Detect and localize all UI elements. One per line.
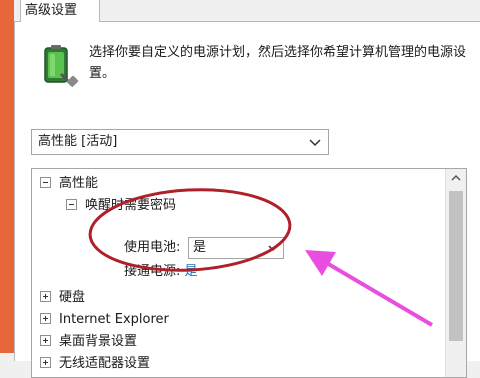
tab-advanced-settings[interactable]: 高级设置 <box>20 0 100 22</box>
expand-plus-icon[interactable] <box>40 291 51 302</box>
tree-item-high-performance[interactable]: 高性能 <box>40 173 98 195</box>
battery-plug-icon <box>44 45 79 87</box>
expand-plus-icon[interactable] <box>40 313 51 324</box>
on-battery-value: 是 <box>193 240 207 255</box>
expand-plus-icon[interactable] <box>40 357 51 368</box>
tree-item-label: 无线适配器设置 <box>59 356 151 371</box>
power-plan-select-value: 高性能 [活动] <box>38 134 118 149</box>
background-window-strip <box>0 0 14 353</box>
tree-item-label: Internet Explorer <box>59 312 169 327</box>
tree-item-label: 唤醒时需要密码 <box>85 198 177 213</box>
plugged-in-row: 接通电源: 是 <box>124 261 198 283</box>
tree-item-wireless-adapter[interactable]: 无线适配器设置 <box>40 353 150 375</box>
scroll-up-arrow-icon[interactable] <box>446 169 466 187</box>
tree-item-desktop-background[interactable]: 桌面背景设置 <box>40 331 137 353</box>
tree-item-label: 硬盘 <box>59 290 86 305</box>
tree-item-wake-password[interactable]: 唤醒时需要密码 <box>66 195 176 217</box>
chevron-down-icon <box>309 139 321 147</box>
tree-item-internet-explorer[interactable]: Internet Explorer <box>40 309 169 331</box>
expand-plus-icon[interactable] <box>40 335 51 346</box>
on-battery-label: 使用电池: <box>124 240 181 255</box>
tree-item-label: 桌面背景设置 <box>59 334 138 349</box>
settings-tree[interactable]: 高性能 唤醒时需要密码 使用电池: 是 接通电源: 是 硬盘 Internet … <box>31 168 467 378</box>
advanced-settings-panel: 选择你要自定义的电源计划，然后选择你希望计算机管理的电源设置。 高性能 [活动]… <box>14 21 480 378</box>
power-plan-select[interactable]: 高性能 [活动] <box>31 129 329 155</box>
tree-item-label: 高性能 <box>59 176 99 191</box>
expand-minus-icon[interactable] <box>40 177 51 188</box>
chevron-down-icon <box>268 245 278 252</box>
on-battery-select[interactable]: 是 <box>188 237 284 259</box>
tree-item-hard-disk[interactable]: 硬盘 <box>40 287 85 309</box>
scroll-thumb[interactable] <box>449 191 463 341</box>
tree-scrollbar[interactable] <box>445 169 466 377</box>
description-text: 选择你要自定义的电源计划，然后选择你希望计算机管理的电源设置。 <box>89 45 467 81</box>
plugged-in-label: 接通电源: <box>124 264 181 279</box>
power-options-dialog: 高级设置 选择你要自定义的电源计划，然后选择你希望计算机管理的电源设置。 高性能… <box>14 0 480 378</box>
expand-minus-icon[interactable] <box>66 199 77 210</box>
plugged-in-value-link[interactable]: 是 <box>185 264 198 279</box>
